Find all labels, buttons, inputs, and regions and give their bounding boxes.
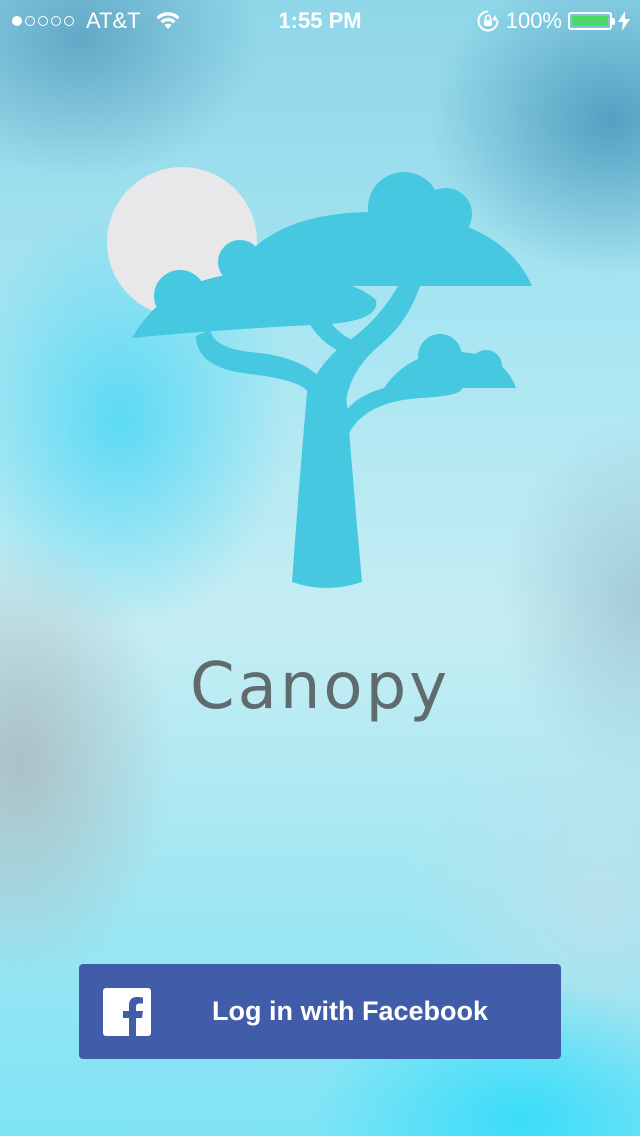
status-right: 100% bbox=[476, 8, 630, 34]
facebook-login-label: Log in with Facebook bbox=[212, 996, 488, 1026]
battery-tip bbox=[612, 18, 615, 25]
tree-branch bbox=[340, 380, 462, 440]
splash-screen: AT&T 1:55 PM 100% Canopy Log in with Fac… bbox=[0, 0, 640, 1136]
charging-bolt-icon bbox=[618, 11, 630, 31]
app-name: Canopy bbox=[189, 650, 451, 724]
battery-percent: 100% bbox=[505, 8, 562, 33]
facebook-login-button[interactable]: Log in with Facebook bbox=[79, 964, 561, 1059]
status-bar: AT&T 1:55 PM 100% bbox=[0, 0, 640, 40]
battery-level bbox=[572, 16, 608, 26]
battery-icon bbox=[568, 12, 615, 30]
tree-branch bbox=[196, 330, 320, 392]
canopy-tree-icon bbox=[107, 167, 532, 588]
rotation-lock-icon bbox=[477, 10, 499, 32]
